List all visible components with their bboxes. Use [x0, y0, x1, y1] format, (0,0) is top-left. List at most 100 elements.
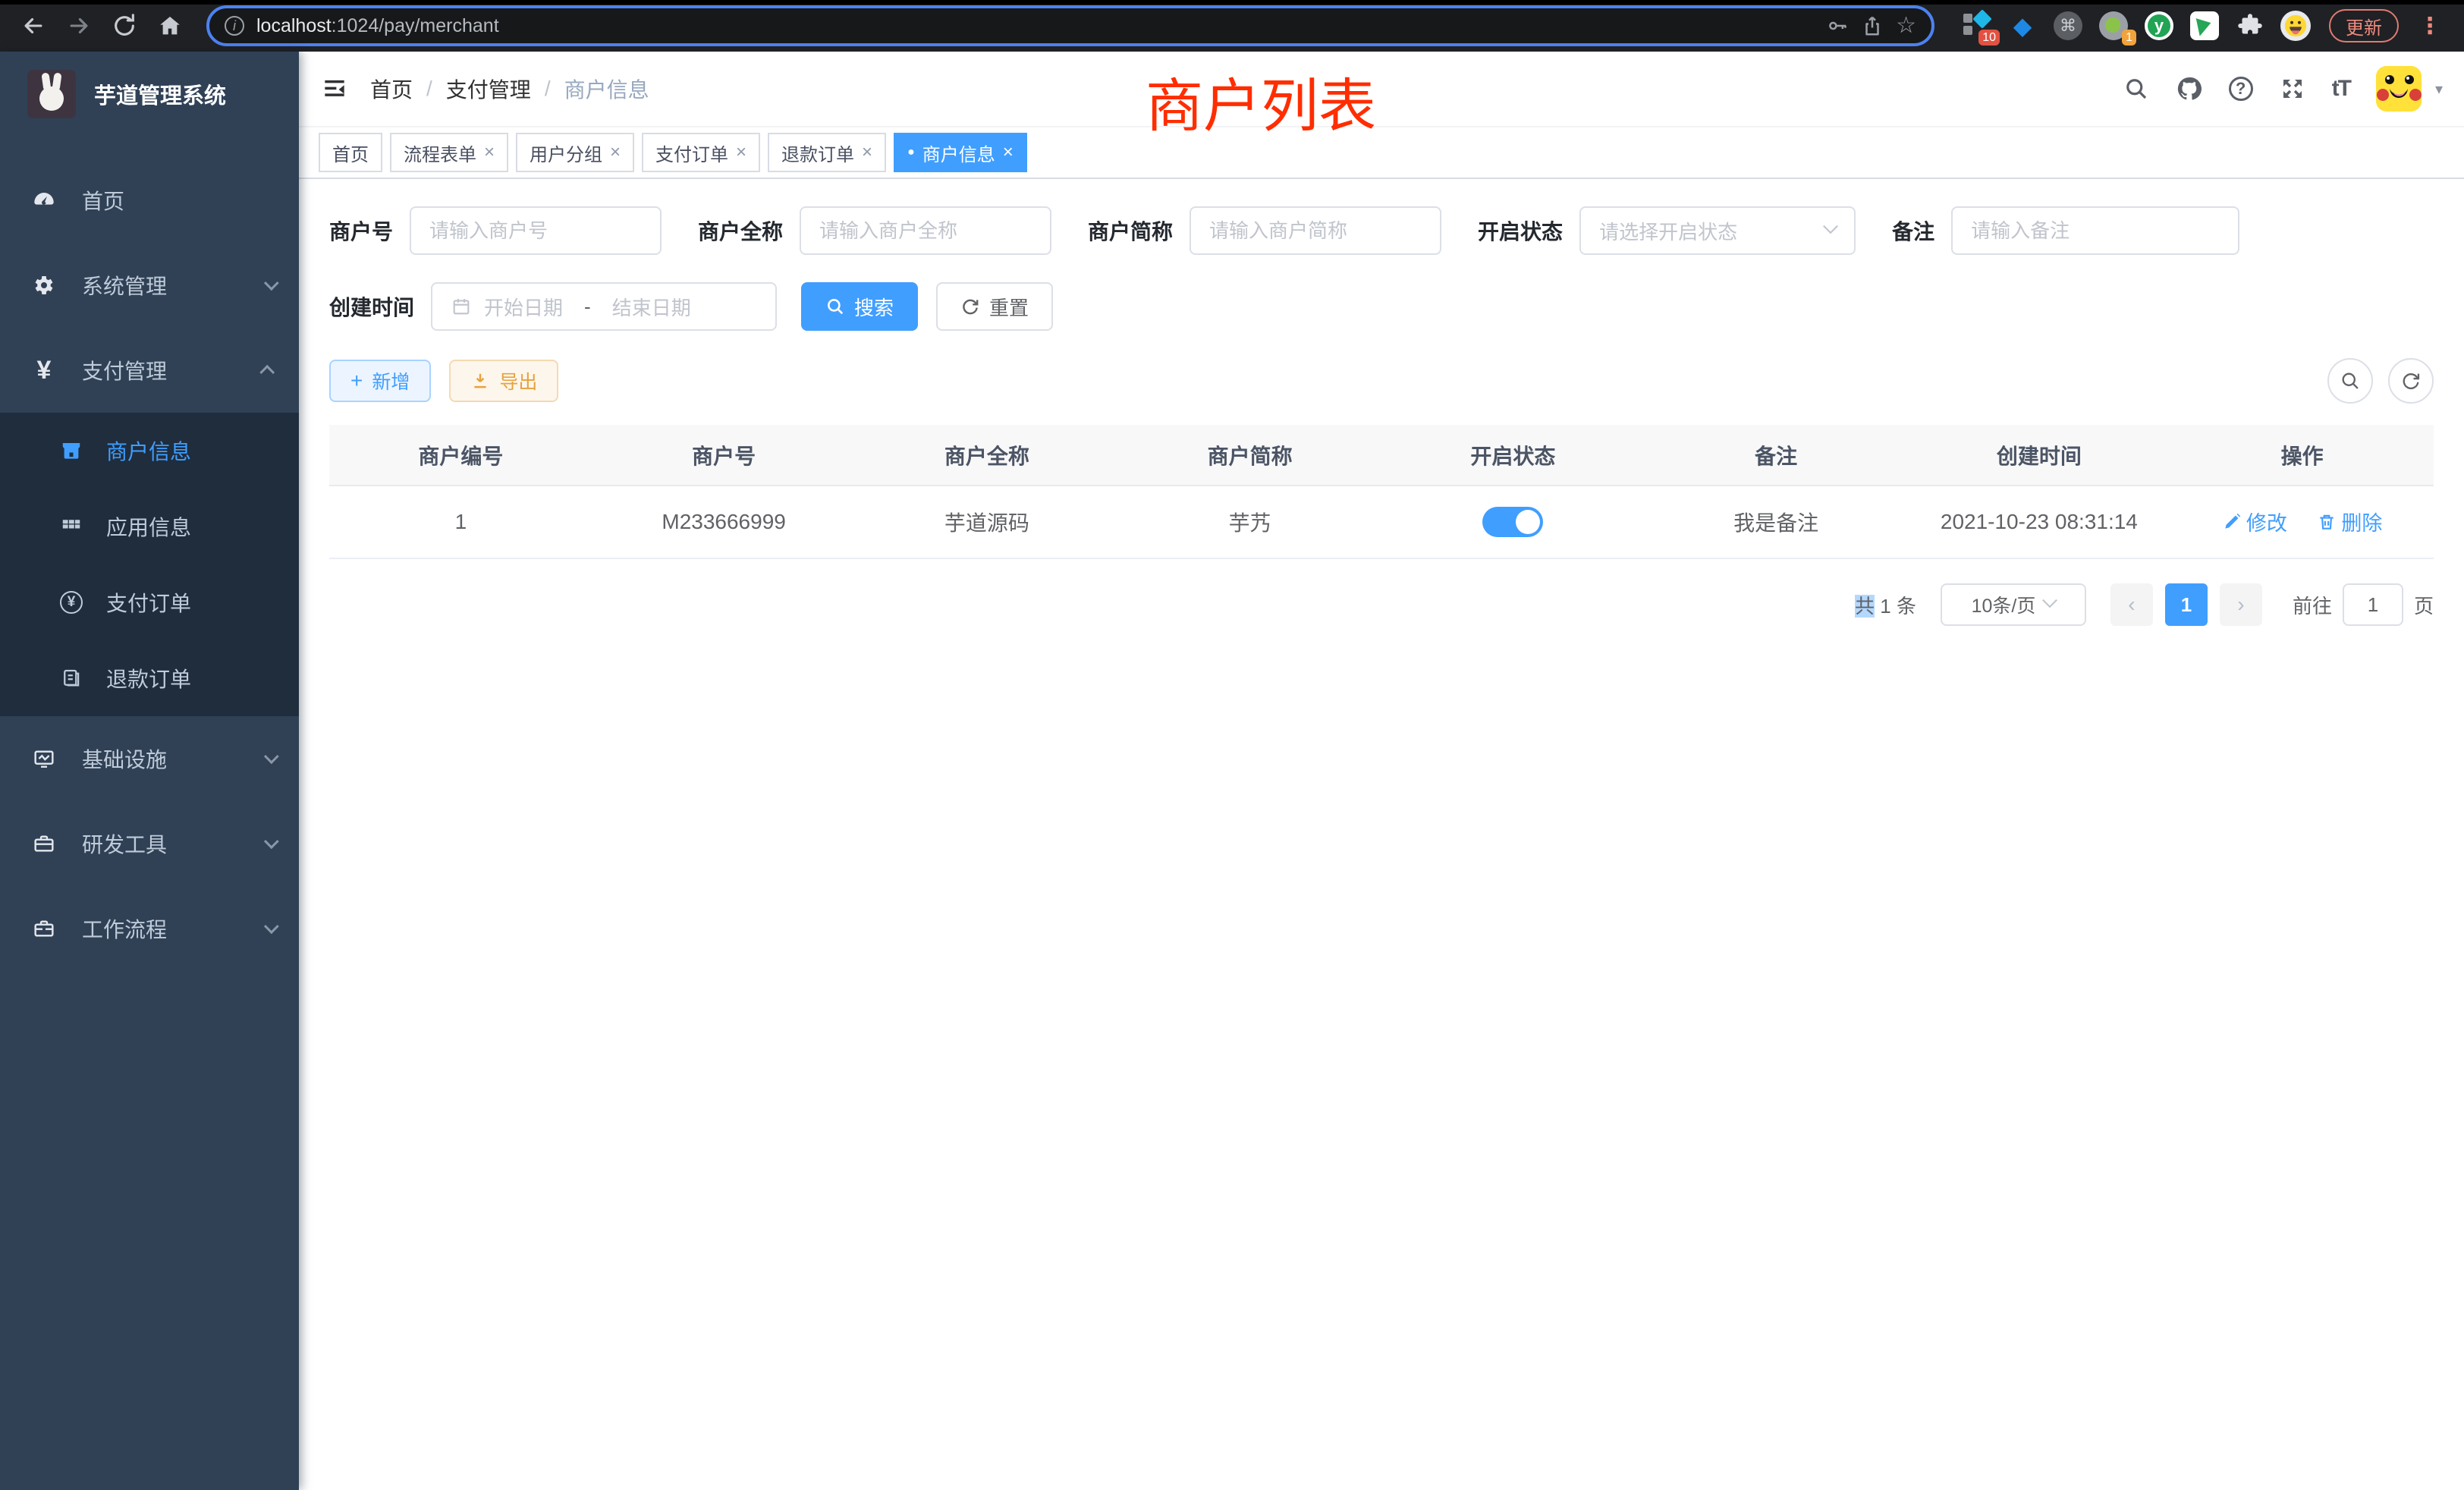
font-size-icon[interactable]: tT — [2332, 76, 2350, 102]
toggle-search-button[interactable] — [2327, 358, 2373, 404]
tab-label: 退款订单 — [781, 140, 854, 166]
breadcrumb-payment[interactable]: 支付管理 — [446, 74, 531, 104]
goto-label: 前往 — [2293, 591, 2332, 619]
sidebar-item-system[interactable]: 系统管理 — [0, 243, 299, 328]
prev-page-button[interactable]: ‹ — [2110, 583, 2153, 626]
merchant-no-input[interactable] — [429, 219, 642, 243]
reload-icon[interactable] — [103, 5, 146, 47]
home-icon[interactable] — [149, 5, 191, 47]
remark-input[interactable] — [1971, 219, 2220, 243]
gear-icon — [30, 273, 58, 297]
page-1-button[interactable]: 1 — [2165, 583, 2208, 626]
user-avatar[interactable] — [2376, 66, 2422, 112]
share-icon[interactable] — [1861, 14, 1884, 37]
tab-home[interactable]: 首页 — [319, 133, 382, 172]
merchant-short-input[interactable] — [1209, 219, 1422, 243]
table-row: 1 M233666999 芋道源码 芋艿 我是备注 2021-10-23 08:… — [329, 486, 2434, 558]
browser-update-button[interactable]: 更新 — [2329, 9, 2399, 42]
active-dot-icon: ● — [907, 146, 915, 159]
page-info-icon[interactable]: i — [225, 16, 244, 36]
cell-merchant-short: 芋艿 — [1118, 486, 1381, 558]
search-button[interactable]: 搜索 — [801, 282, 918, 331]
search-icon[interactable] — [2123, 75, 2150, 102]
next-page-button[interactable]: › — [2220, 583, 2262, 626]
extensions-puzzle-icon[interactable] — [2235, 11, 2265, 41]
back-icon[interactable] — [12, 5, 55, 47]
extensions-area: 10 ◆ ⌘ 1 y 更新 ⋮ — [1950, 9, 2452, 42]
help-icon[interactable]: ? — [2229, 77, 2253, 101]
sidebar-item-home[interactable]: 首页 — [0, 158, 299, 243]
sidebar-item-pay-orders[interactable]: ¥ 支付订单 — [0, 564, 299, 640]
tab-refund-orders[interactable]: 退款订单 × — [768, 133, 886, 172]
chevron-down-icon — [264, 275, 279, 291]
extension-tampermonkey-icon[interactable]: 10 — [1962, 11, 1992, 41]
breadcrumb-home[interactable]: 首页 — [370, 74, 413, 104]
extension-y-icon[interactable]: y — [2144, 11, 2174, 41]
breadcrumb-separator: / — [545, 77, 551, 101]
payment-submenu: 商户信息 应用信息 ¥ 支付订单 — [0, 413, 299, 716]
col-create-time: 创建时间 — [1908, 425, 2171, 486]
refresh-table-button[interactable] — [2388, 358, 2434, 404]
close-icon[interactable]: × — [484, 143, 495, 162]
tab-pay-orders[interactable]: 支付订单 × — [642, 133, 760, 172]
sidebar-item-payment[interactable]: ¥ 支付管理 — [0, 328, 299, 413]
reset-button[interactable]: 重置 — [936, 282, 1053, 331]
col-actions: 操作 — [2170, 425, 2434, 486]
merchant-name-input[interactable] — [819, 219, 1032, 243]
tab-label: 流程表单 — [404, 140, 476, 166]
bookmark-star-icon[interactable]: ☆ — [1896, 14, 1916, 37]
sidebar-fold-icon[interactable] — [320, 74, 349, 103]
close-icon[interactable]: × — [610, 143, 621, 162]
url-text[interactable]: localhost:1024/pay/merchant — [256, 15, 1814, 37]
extension-gem-icon[interactable]: ◆ — [2007, 11, 2038, 41]
sidebar-item-workflow[interactable]: 工作流程 — [0, 886, 299, 971]
extension-proxy-icon[interactable]: 1 — [2098, 11, 2129, 41]
tab-merchant-info[interactable]: ● 商户信息 × — [894, 133, 1027, 172]
tab-process-form[interactable]: 流程表单 × — [390, 133, 508, 172]
sidebar-item-merchant-info[interactable]: 商户信息 — [0, 413, 299, 489]
sidebar-item-dev-tools[interactable]: 研发工具 — [0, 801, 299, 886]
caret-down-icon[interactable]: ▾ — [2435, 80, 2443, 99]
status-select[interactable]: 请选择开启状态 — [1579, 206, 1856, 255]
chevron-down-icon — [2042, 593, 2057, 608]
col-merchant-short: 商户简称 — [1118, 425, 1381, 486]
table-toolbar: + 新增 导出 — [329, 358, 2434, 404]
table-header-row: 商户编号 商户号 商户全称 商户简称 开启状态 备注 创建时间 操作 — [329, 425, 2434, 486]
browser-profile-avatar[interactable] — [2280, 11, 2311, 41]
delete-link[interactable]: 删除 — [2317, 507, 2382, 536]
remark-label: 备注 — [1892, 215, 1934, 246]
app-logo[interactable]: 芋道管理系统 — [0, 52, 299, 137]
github-icon[interactable] — [2176, 75, 2203, 102]
goto-page-input[interactable] — [2343, 583, 2403, 626]
close-icon[interactable]: × — [862, 143, 872, 162]
sidebar-item-app-info[interactable]: 应用信息 — [0, 489, 299, 564]
tab-user-group[interactable]: 用户分组 × — [516, 133, 634, 172]
page-size-select[interactable]: 10条/页 — [1941, 583, 2086, 626]
chevron-down-icon — [1823, 218, 1838, 234]
edit-link[interactable]: 修改 — [2222, 507, 2287, 536]
status-toggle[interactable] — [1482, 507, 1543, 537]
total-count: 1 — [1880, 595, 1890, 618]
pagination-total: 共 1 条 — [1855, 591, 1916, 619]
export-button[interactable]: 导出 — [449, 360, 558, 402]
extension-green-flag-icon[interactable] — [2189, 11, 2220, 41]
forward-icon[interactable] — [58, 5, 100, 47]
fullscreen-icon[interactable] — [2279, 75, 2306, 102]
sidebar-item-refund-orders[interactable]: 退款订单 — [0, 640, 299, 716]
add-button[interactable]: + 新增 — [329, 360, 431, 402]
extension-command-icon[interactable]: ⌘ — [2053, 11, 2083, 41]
trash-icon — [2317, 512, 2337, 532]
date-range-input[interactable]: 开始日期 - 结束日期 — [431, 282, 777, 331]
toolbox-icon — [30, 831, 58, 856]
chevron-down-icon — [264, 919, 279, 934]
browser-menu-icon[interactable]: ⋮ — [2414, 13, 2446, 39]
password-key-icon[interactable] — [1826, 14, 1849, 37]
tab-label: 商户信息 — [922, 140, 995, 166]
tabs-bar: 首页 流程表单 × 用户分组 × 支付订单 × 退款订单 × — [299, 127, 2464, 179]
url-bar[interactable]: i localhost:1024/pay/merchant ☆ — [206, 5, 1934, 46]
cell-merchant-name: 芋道源码 — [856, 486, 1119, 558]
close-icon[interactable]: × — [1003, 143, 1014, 162]
close-icon[interactable]: × — [736, 143, 746, 162]
pagination: 共 1 条 10条/页 ‹ 1 › 前往 页 — [329, 583, 2434, 626]
sidebar-item-infra[interactable]: 基础设施 — [0, 716, 299, 801]
